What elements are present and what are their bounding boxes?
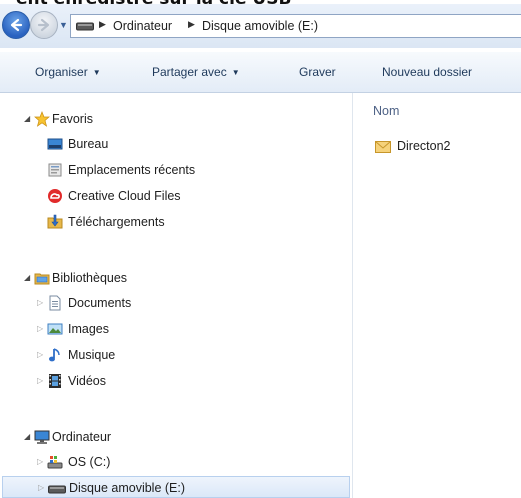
forward-button[interactable] bbox=[30, 11, 58, 39]
collapsed-arrow-icon[interactable]: ▷ bbox=[38, 483, 44, 492]
breadcrumb-separator-icon[interactable]: ▶ bbox=[188, 19, 195, 30]
share-with-button[interactable]: Partager avec ▼ bbox=[152, 65, 240, 79]
collapsed-arrow-icon[interactable]: ▷ bbox=[37, 376, 43, 385]
tree-label: Bureau bbox=[68, 137, 109, 151]
breadcrumb-ordinateur[interactable]: Ordinateur bbox=[113, 19, 172, 33]
history-dropdown-button[interactable]: ▼ bbox=[59, 20, 68, 30]
tree-label: Bibliothèques bbox=[52, 271, 128, 285]
tree-label: OS (C:) bbox=[68, 455, 111, 469]
new-folder-button[interactable]: Nouveau dossier bbox=[382, 65, 472, 79]
video-film-icon bbox=[49, 374, 61, 388]
address-field[interactable]: ▶ Ordinateur ▶ Disque amovible (E:) bbox=[70, 14, 521, 38]
desktop-icon bbox=[47, 138, 63, 150]
tree-label: Ordinateur bbox=[52, 430, 112, 444]
tree-item-os-c[interactable]: ▷ OS (C:) bbox=[0, 450, 352, 474]
tree-label: Creative Cloud Files bbox=[68, 189, 181, 203]
tree-item-emplacements-recents[interactable]: Emplacements récents bbox=[0, 158, 352, 182]
creative-cloud-icon bbox=[48, 189, 62, 203]
tree-label: Images bbox=[68, 322, 109, 336]
libraries-icon bbox=[34, 273, 50, 285]
tree-item-images[interactable]: ▷ Images bbox=[0, 317, 352, 341]
tree-item-removable-disk-e[interactable]: ▷ Disque amovible (E:) bbox=[2, 476, 350, 498]
arrow-left-icon bbox=[10, 18, 23, 32]
expanded-arrow-icon[interactable]: ◢ bbox=[24, 273, 30, 282]
document-icon bbox=[49, 295, 61, 311]
tree-label: Disque amovible (E:) bbox=[69, 481, 186, 495]
back-button[interactable] bbox=[2, 11, 30, 39]
breadcrumb-disque-amovible[interactable]: Disque amovible (E:) bbox=[202, 19, 318, 33]
tree-libraries[interactable]: ◢ Bibliothèques bbox=[0, 266, 352, 290]
tree-label: Musique bbox=[68, 348, 116, 362]
tree-item-creative-cloud[interactable]: Creative Cloud Files bbox=[0, 184, 352, 208]
tree-item-videos[interactable]: ▷ Vidéos bbox=[0, 369, 352, 393]
collapsed-arrow-icon[interactable]: ▷ bbox=[37, 457, 43, 466]
tree-label: Documents bbox=[68, 296, 132, 310]
downloads-folder-icon bbox=[47, 214, 63, 229]
tree-item-documents[interactable]: ▷ Documents bbox=[0, 291, 352, 315]
tree-computer[interactable]: ◢ Ordinateur bbox=[0, 425, 352, 449]
tree-label: Téléchargements bbox=[68, 215, 165, 229]
recent-places-icon bbox=[48, 163, 62, 177]
arrow-right-icon bbox=[37, 18, 50, 32]
removable-drive-icon bbox=[48, 485, 66, 494]
drive-icon bbox=[76, 22, 94, 31]
system-drive-icon bbox=[47, 456, 63, 469]
pictures-icon bbox=[47, 323, 63, 335]
chevron-down-icon: ▼ bbox=[92, 68, 101, 77]
computer-icon bbox=[34, 430, 50, 444]
tree-favorites[interactable]: ◢ Favoris bbox=[0, 107, 352, 131]
star-icon bbox=[34, 111, 50, 127]
expanded-arrow-icon[interactable]: ◢ bbox=[24, 432, 30, 441]
tree-item-telechargements[interactable]: Téléchargements bbox=[0, 210, 352, 234]
tree-label: Vidéos bbox=[68, 374, 106, 388]
address-bar-region: ▼ ▶ Ordinateur ▶ Disque amovible (E:) bbox=[0, 4, 521, 48]
envelope-icon bbox=[375, 141, 391, 153]
collapsed-arrow-icon[interactable]: ▷ bbox=[37, 350, 43, 359]
organize-button[interactable]: Organiser ▼ bbox=[35, 65, 101, 79]
burn-button[interactable]: Graver bbox=[299, 65, 336, 79]
command-toolbar: Organiser ▼ Partager avec ▼ Graver Nouveau… bbox=[0, 52, 521, 93]
expanded-arrow-icon[interactable]: ◢ bbox=[24, 114, 30, 123]
tree-item-bureau[interactable]: Bureau bbox=[0, 132, 352, 156]
tree-label: Favoris bbox=[52, 112, 93, 126]
chevron-down-icon: ▼ bbox=[231, 68, 240, 77]
file-name: Directon2 bbox=[397, 139, 451, 153]
tree-item-musique[interactable]: ▷ Musique bbox=[0, 343, 352, 367]
file-list-pane: Nom Directon2 bbox=[353, 93, 521, 498]
tree-label: Emplacements récents bbox=[68, 163, 196, 177]
breadcrumb-separator-icon[interactable]: ▶ bbox=[99, 19, 106, 30]
collapsed-arrow-icon[interactable]: ▷ bbox=[37, 324, 43, 333]
navigation-pane: ◢ Favoris Bureau Emplacements récents Cr… bbox=[0, 93, 353, 498]
collapsed-arrow-icon[interactable]: ▷ bbox=[37, 298, 43, 307]
column-header-name[interactable]: Nom bbox=[373, 104, 399, 118]
music-note-icon bbox=[49, 348, 60, 362]
